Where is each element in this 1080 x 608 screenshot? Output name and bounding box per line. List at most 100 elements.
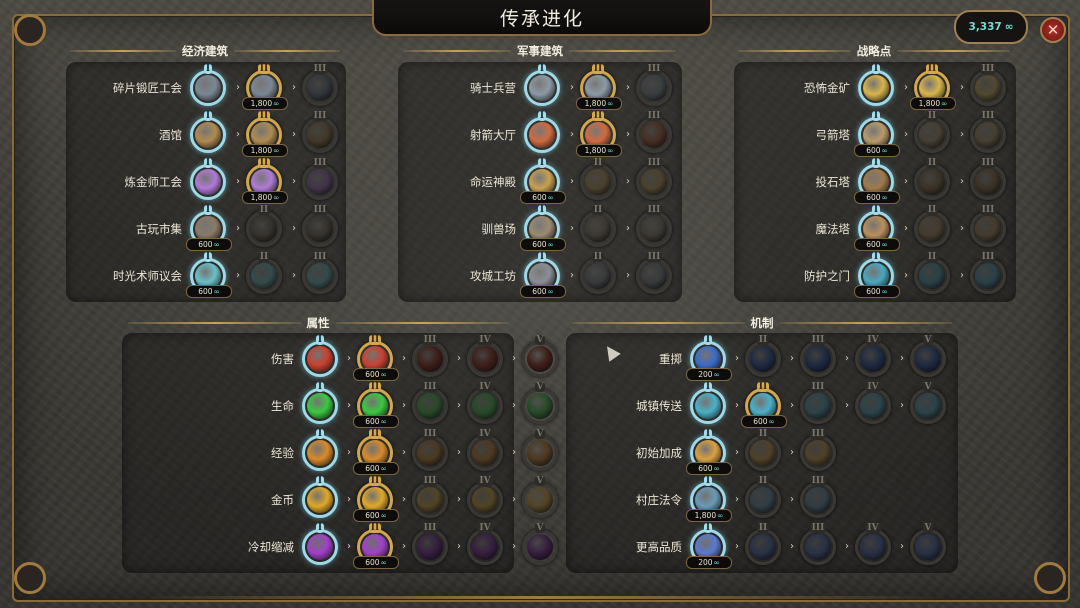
dice-tier-1-node[interactable]: I 200∞ [686,335,732,381]
health-cross-tier-5-node[interactable]: V [522,382,558,424]
magic-tower-tier-3-node[interactable]: III [970,205,1006,247]
shield-gate-tier-2-node[interactable]: II [914,252,950,294]
sword-tier-2-node[interactable]: II 600∞ [353,335,399,381]
anvil-tier-1-node[interactable]: I [190,64,226,106]
crystal-tier-4-node[interactable]: IV [855,523,891,565]
gold-coins-tier-2-node[interactable]: II 600∞ [353,476,399,522]
sword-tier-1-node[interactable]: I [302,335,338,377]
beer-mug-tier-2-node[interactable]: II 1,800∞ [242,111,288,157]
teleport-tier-3-node[interactable]: III [800,382,836,424]
claw-marks-tier-1-node[interactable]: I 600∞ [520,205,566,251]
magic-tower-tier-2-node[interactable]: II [914,205,950,247]
catapult-tier-2-node[interactable]: II [914,158,950,200]
target-tier-1-node[interactable]: I [524,111,560,153]
chevron-rank-tier-5-node[interactable]: V [522,429,558,471]
chronomancer-shield-tier-1-node[interactable]: I 600∞ [186,252,232,298]
bonus-cross-tier-3-node[interactable]: III [800,429,836,471]
health-cross-tier-2-node[interactable]: II 600∞ [353,382,399,428]
upgrade-label: 攻城工坊 [470,269,516,283]
catapult-tier-1-node[interactable]: I 600∞ [854,158,900,204]
beer-mug-tier-3-node[interactable]: III [302,111,338,153]
shield-gate-tier-1-node[interactable]: I 600∞ [854,252,900,298]
anvil-tier-3-node[interactable]: III [302,64,338,106]
scroll-decree-tier-3-node[interactable]: III [800,476,836,518]
chevron-rank-tier-2-node[interactable]: II 600∞ [353,429,399,475]
chevron-rank-tier-3-node[interactable]: III [412,429,448,471]
potion-flask-tier-3-node[interactable]: III [302,158,338,200]
health-cross-tier-3-node[interactable]: III [412,382,448,424]
dice-tier-3-node[interactable]: III [800,335,836,377]
chronomancer-shield-tier-3-node[interactable]: III [302,252,338,294]
close-button[interactable]: ✕ [1040,17,1066,43]
crossed-pickaxes-tier-1-node[interactable]: I [858,64,894,106]
claw-marks-tier-3-node[interactable]: III [636,205,672,247]
target-tier-3-node[interactable]: III [636,111,672,153]
market-tent-tier-1-node[interactable]: I 600∞ [186,205,232,251]
bonus-cross-tier-2-node[interactable]: II [745,429,781,471]
legacy-points-icon: ∞ [273,146,280,155]
claw-marks-tier-2-node[interactable]: II [580,205,616,247]
bell-tier-2-node[interactable]: II [580,158,616,200]
dice-tier-4-node[interactable]: IV [855,335,891,377]
sword-tier-4-node[interactable]: IV [467,335,503,377]
bell-tier-1-node[interactable]: I 600∞ [520,158,566,204]
gear-tier-1-node[interactable]: I 600∞ [520,252,566,298]
gold-coins-tier-4-node[interactable]: IV [467,476,503,518]
market-tent-tier-2-node[interactable]: II [246,205,282,247]
chevron-rank-tier-4-node[interactable]: IV [467,429,503,471]
catapult-tier-3-node[interactable]: III [970,158,1006,200]
target-tier-2-node[interactable]: II 1,800∞ [576,111,622,157]
sword-tier-5-node[interactable]: V [522,335,558,377]
crystal-tier-2-node[interactable]: II [745,523,781,565]
swirl-tier-5-node[interactable]: V [522,523,558,565]
magic-tower-tier-1-node[interactable]: I 600∞ [854,205,900,251]
crossed-pickaxes-tier-3-node[interactable]: III [970,64,1006,106]
crossed-arrows-tier-1-node[interactable]: I 600∞ [854,111,900,157]
crossed-hammers-tier-1-node[interactable]: I [524,64,560,106]
swirl-tier-2-node[interactable]: II 600∞ [353,523,399,569]
crossed-arrows-tier-3-node[interactable]: III [970,111,1006,153]
teleport-tier-1-node[interactable]: I [690,382,726,424]
teleport-tier-5-node[interactable]: V [910,382,946,424]
tier-numeral: V [534,476,546,486]
crystal-icon [860,534,886,560]
health-cross-tier-4-node[interactable]: IV [467,382,503,424]
swirl-tier-4-node[interactable]: IV [467,523,503,565]
dice-tier-2-node[interactable]: II [745,335,781,377]
potion-flask-tier-1-node[interactable]: I [190,158,226,200]
tier-numeral: I [871,64,881,74]
crystal-tier-3-node[interactable]: III [800,523,836,565]
chevron-rank-tier-1-node[interactable]: I [302,429,338,471]
scroll-decree-tier-1-node[interactable]: I 1,800∞ [686,476,732,522]
swirl-tier-3-node[interactable]: III [412,523,448,565]
bonus-cross-tier-1-node[interactable]: I 600∞ [686,429,732,475]
chronomancer-shield-tier-2-node[interactable]: II [246,252,282,294]
market-tent-tier-3-node[interactable]: III [302,205,338,247]
shield-gate-tier-3-node[interactable]: III [970,252,1006,294]
gear-tier-3-node[interactable]: III [636,252,672,294]
gear-icon [641,263,667,289]
potion-flask-tier-2-node[interactable]: II 1,800∞ [242,158,288,204]
health-cross-tier-1-node[interactable]: I [302,382,338,424]
crossed-arrows-tier-2-node[interactable]: II [914,111,950,153]
tier-numeral: II [925,205,939,215]
gold-coins-tier-3-node[interactable]: III [412,476,448,518]
crystal-tier-5-node[interactable]: V [910,523,946,565]
gold-coins-tier-1-node[interactable]: I [302,476,338,518]
sword-tier-3-node[interactable]: III [412,335,448,377]
teleport-tier-4-node[interactable]: IV [855,382,891,424]
crystal-tier-1-node[interactable]: I 200∞ [686,523,732,569]
swirl-tier-1-node[interactable]: I [302,523,338,565]
bell-tier-3-node[interactable]: III [636,158,672,200]
gold-coins-tier-5-node[interactable]: V [522,476,558,518]
tier-numeral: II [368,335,382,345]
gear-tier-2-node[interactable]: II [580,252,616,294]
scroll-decree-tier-2-node[interactable]: II [745,476,781,518]
anvil-tier-2-node[interactable]: II 1,800∞ [242,64,288,110]
beer-mug-tier-1-node[interactable]: I [190,111,226,153]
teleport-tier-2-node[interactable]: II 600∞ [741,382,787,428]
crossed-hammers-tier-3-node[interactable]: III [636,64,672,106]
crossed-pickaxes-tier-2-node[interactable]: II 1,800∞ [910,64,956,110]
dice-tier-5-node[interactable]: V [910,335,946,377]
crossed-hammers-tier-2-node[interactable]: II 1,800∞ [576,64,622,110]
